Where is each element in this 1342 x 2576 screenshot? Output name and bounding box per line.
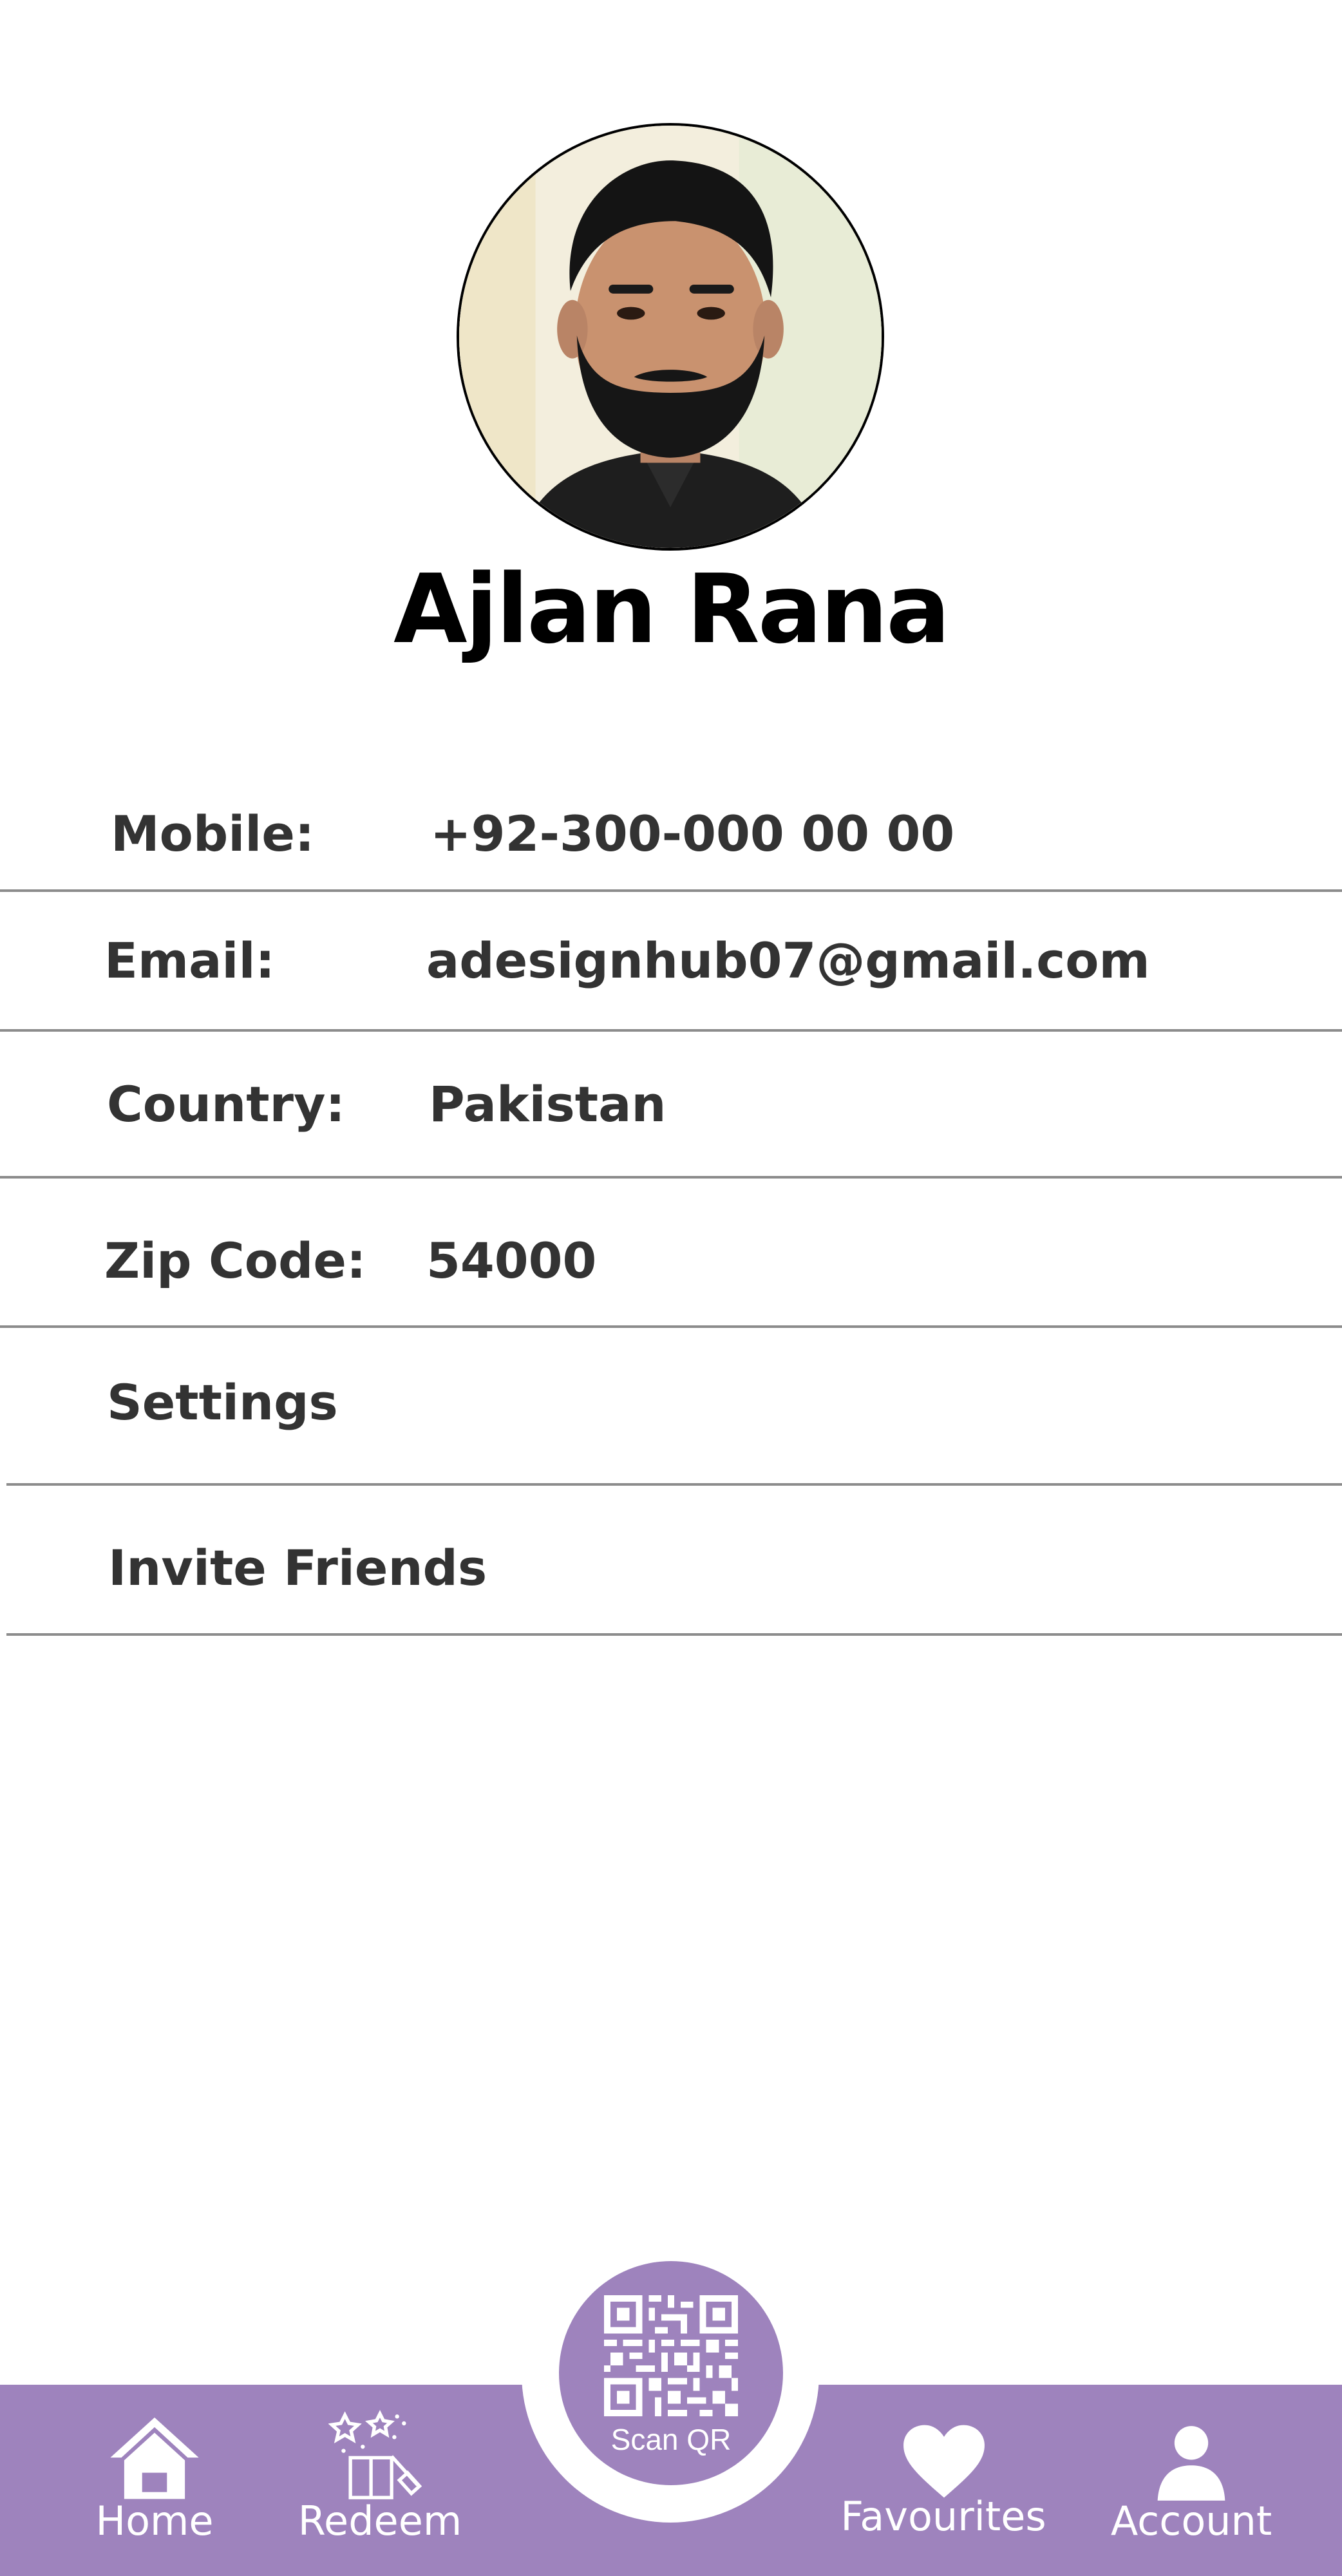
nav-home[interactable]: Home <box>77 2385 232 2576</box>
mobile-label: Mobile: <box>111 805 315 862</box>
redeem-gift-icon <box>328 2410 422 2499</box>
avatar-photo <box>459 126 882 548</box>
nav-redeem-label: Redeem <box>298 2497 462 2544</box>
mobile-value: +92-300-000 00 00 <box>430 805 955 862</box>
nav-home-label: Home <box>95 2497 214 2544</box>
profile-avatar[interactable] <box>457 123 884 551</box>
divider <box>0 889 1342 892</box>
qr-code-icon <box>604 2295 738 2417</box>
divider <box>6 1633 1342 1636</box>
nav-account-label: Account <box>1110 2497 1272 2544</box>
nav-favourites[interactable]: Favourites <box>831 2385 1056 2576</box>
country-value: Pakistan <box>429 1075 666 1133</box>
scan-qr-button[interactable]: Scan QR <box>559 2261 783 2485</box>
nav-favourites-label: Favourites <box>840 2493 1046 2540</box>
home-icon <box>110 2417 199 2499</box>
divider <box>6 1483 1342 1486</box>
zip-code-label: Zip Code: <box>104 1232 366 1289</box>
divider <box>0 1029 1342 1032</box>
invite-friends-menu-item[interactable]: Invite Friends <box>108 1539 487 1596</box>
settings-menu-item[interactable]: Settings <box>107 1374 338 1431</box>
email-label: Email: <box>104 932 275 989</box>
nav-redeem[interactable]: Redeem <box>290 2385 470 2576</box>
divider <box>0 1325 1342 1328</box>
heart-icon <box>903 2425 985 2498</box>
profile-name: Ajlan Rana <box>393 554 950 665</box>
country-label: Country: <box>107 1075 345 1133</box>
email-value: adesignhub07@gmail.com <box>426 932 1150 989</box>
user-icon <box>1157 2426 1225 2501</box>
divider <box>0 1176 1342 1179</box>
zip-code-value: 54000 <box>426 1232 597 1289</box>
scan-qr-label: Scan QR <box>610 2423 732 2456</box>
nav-account[interactable]: Account <box>1095 2385 1288 2576</box>
